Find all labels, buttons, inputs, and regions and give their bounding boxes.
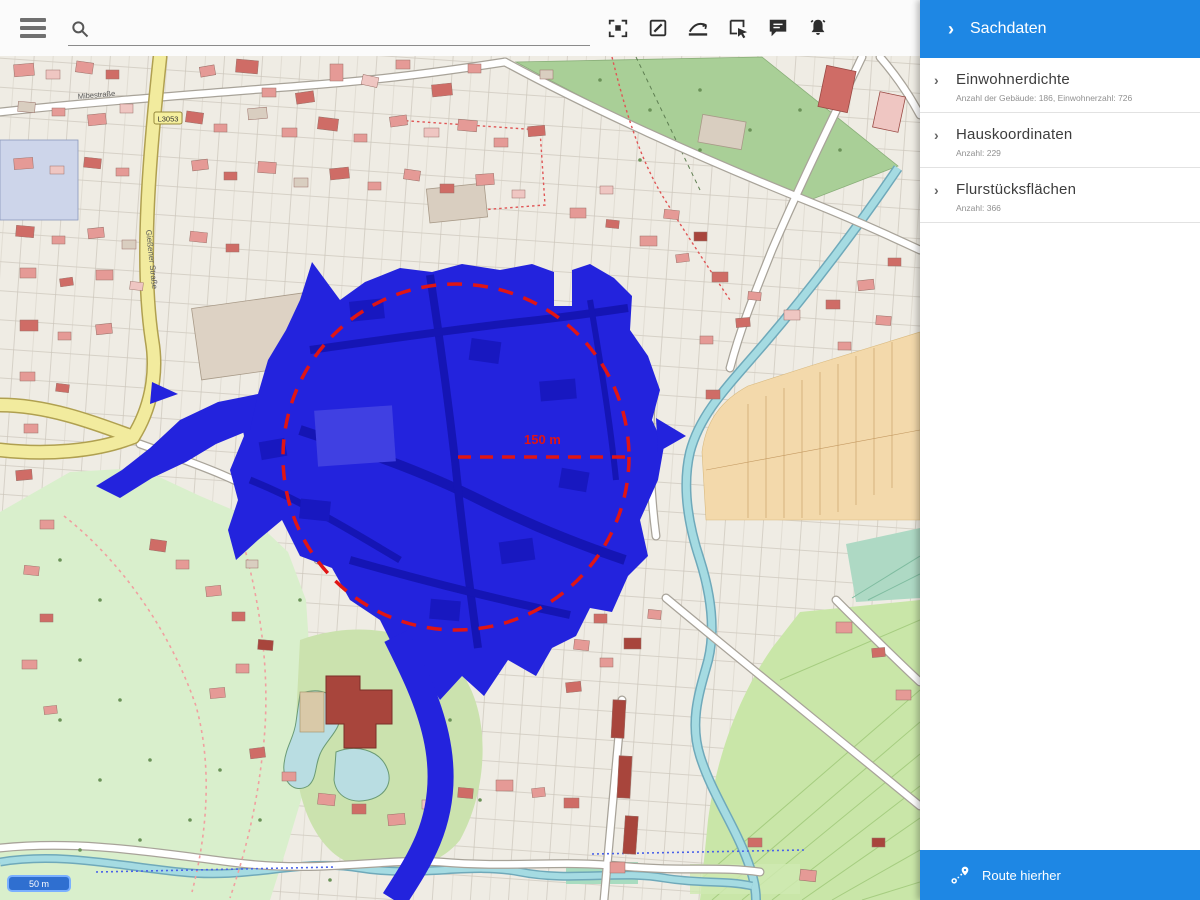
sidebar-body: › Einwohnerdichte Anzahl der Gebäude: 18… bbox=[920, 58, 1200, 850]
chevron-right-icon: › bbox=[934, 126, 956, 158]
section-title: Flurstücksflächen bbox=[956, 181, 1186, 198]
sidebar-item-einwohnerdichte[interactable]: › Einwohnerdichte Anzahl der Gebäude: 18… bbox=[920, 58, 1200, 113]
map-canvas[interactable]: 150 m Mibestraße Gießener Straße L3053 5… bbox=[0, 0, 920, 900]
center-focus-icon bbox=[607, 17, 629, 39]
scale-bar: 50 m bbox=[8, 876, 70, 891]
section-subtitle: Anzahl: 366 bbox=[956, 203, 1186, 213]
route-here-button[interactable]: Route hierher bbox=[920, 850, 1200, 900]
sidebar-item-flurstuecksflaechen[interactable]: › Flurstücksflächen Anzahl: 366 bbox=[920, 168, 1200, 223]
section-title: Einwohnerdichte bbox=[956, 71, 1186, 88]
search-bar bbox=[68, 11, 590, 46]
chevron-right-icon: › bbox=[934, 71, 956, 103]
menu-button[interactable] bbox=[20, 18, 46, 38]
chevron-right-icon: › bbox=[934, 181, 956, 213]
road-number-badge: L3053 bbox=[154, 112, 182, 124]
route-icon bbox=[950, 865, 970, 885]
svg-text:50 m: 50 m bbox=[29, 879, 49, 889]
search-icon bbox=[70, 19, 90, 39]
menu-icon bbox=[20, 18, 46, 22]
section-title: Hauskoordinaten bbox=[956, 126, 1186, 143]
sidebar-title: Sachdaten bbox=[970, 20, 1047, 38]
select-area-button[interactable] bbox=[726, 16, 750, 40]
measure-distance-icon bbox=[686, 17, 710, 39]
bell-icon bbox=[807, 17, 829, 39]
sidebar-header[interactable]: › Sachdaten bbox=[920, 0, 1200, 58]
edit-square-icon bbox=[647, 17, 669, 39]
sidebar-panel: › Sachdaten › Einwohnerdichte Anzahl der… bbox=[920, 0, 1200, 900]
search-input[interactable] bbox=[96, 17, 590, 45]
edit-button[interactable] bbox=[646, 16, 670, 40]
measure-button[interactable] bbox=[686, 16, 710, 40]
section-subtitle: Anzahl: 229 bbox=[956, 148, 1186, 158]
toolbar-icons bbox=[606, 16, 830, 40]
svg-text:L3053: L3053 bbox=[158, 115, 179, 124]
section-subtitle: Anzahl der Gebäude: 186, Einwohnerzahl: … bbox=[956, 93, 1186, 103]
select-cursor-icon bbox=[727, 17, 749, 39]
route-here-label: Route hierher bbox=[982, 868, 1061, 883]
sidebar-item-hauskoordinaten[interactable]: › Hauskoordinaten Anzahl: 229 bbox=[920, 113, 1200, 168]
map-svg: 150 m Mibestraße Gießener Straße L3053 5… bbox=[0, 0, 920, 900]
radius-label: 150 m bbox=[524, 432, 561, 447]
comment-icon bbox=[767, 17, 789, 39]
comments-button[interactable] bbox=[766, 16, 790, 40]
center-map-button[interactable] bbox=[606, 16, 630, 40]
chevron-right-icon: › bbox=[948, 19, 954, 40]
notifications-button[interactable] bbox=[806, 16, 830, 40]
sports-field bbox=[314, 405, 396, 466]
top-toolbar bbox=[0, 0, 920, 56]
